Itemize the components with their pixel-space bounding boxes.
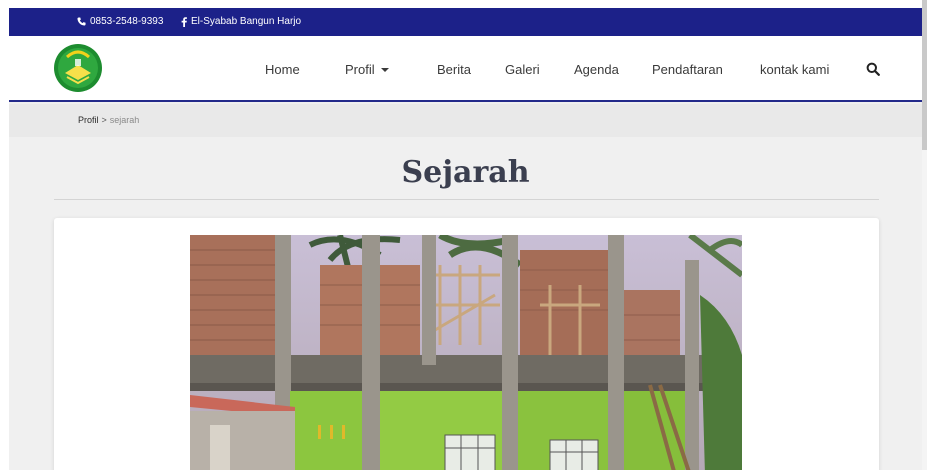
main-navbar: Home Profil Berita Galeri Agenda Pendaft… [9, 36, 922, 102]
breadcrumb-profil[interactable]: Profil [78, 115, 99, 125]
nav-berita[interactable]: Berita [437, 62, 471, 77]
nav-profil-label: Profil [345, 62, 375, 77]
phone-number: 0853-2548-9393 [90, 16, 164, 27]
scrollbar-thumb[interactable] [922, 0, 927, 150]
school-logo[interactable] [53, 43, 103, 93]
breadcrumb-current: sejarah [109, 115, 140, 125]
building-construction-photo [190, 235, 742, 470]
main-content: Sejarah [9, 137, 922, 470]
nav-pendaftaran[interactable]: Pendaftaran [652, 62, 723, 77]
page-frame: 0853-2548-9393 El-Syabab Bangun Harjo Ho… [9, 8, 922, 470]
facebook-link[interactable]: El-Syabab Bangun Harjo [181, 16, 301, 27]
nav-kontak-kami[interactable]: kontak kami [760, 62, 829, 77]
caret-down-icon [380, 67, 389, 72]
phone-link[interactable]: 0853-2548-9393 [77, 16, 163, 27]
top-contact-bar: 0853-2548-9393 El-Syabab Bangun Harjo [9, 8, 922, 36]
title-divider [54, 199, 879, 200]
nav-agenda[interactable]: Agenda [574, 62, 619, 77]
page-title: Sejarah [401, 155, 530, 190]
nav-galeri[interactable]: Galeri [505, 62, 540, 77]
search-icon[interactable] [866, 62, 880, 76]
content-card [54, 218, 879, 470]
phone-icon [77, 17, 86, 26]
facebook-icon [181, 16, 187, 27]
breadcrumb-separator: > [101, 115, 107, 125]
nav-profil[interactable]: Profil [345, 62, 389, 77]
facebook-name: El-Syabab Bangun Harjo [191, 16, 302, 27]
nav-home[interactable]: Home [265, 62, 300, 77]
breadcrumb: Profil > sejarah [9, 104, 922, 137]
